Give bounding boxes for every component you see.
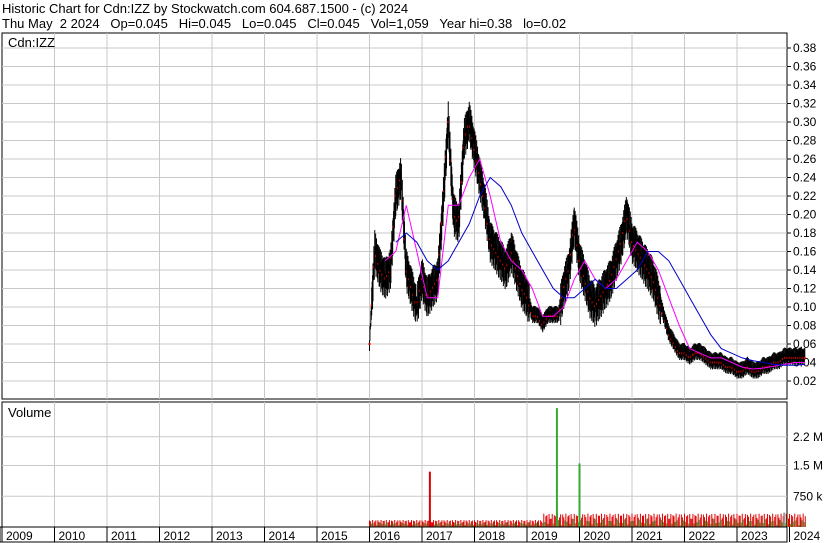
x-axis-year-label: 2012	[164, 529, 191, 543]
volume-panel	[1, 401, 788, 528]
volume-y-axis: 2.2 M 1.5 M 750 k	[793, 430, 823, 503]
x-axis-year-label: 2011	[111, 529, 137, 543]
price-y-tick: 0.12	[793, 282, 817, 296]
price-y-tick: 0.28	[793, 134, 817, 148]
x-axis-year-label: 2016	[374, 529, 401, 543]
price-y-tick: 0.24	[793, 171, 817, 185]
price-y-tick: 0.14	[793, 263, 817, 277]
price-close-dot	[803, 356, 806, 359]
x-axis-year-label: 2021	[636, 529, 663, 543]
volume-y-tick: 2.2 M	[793, 430, 823, 444]
symbol-label: Cdn:IZZ	[8, 35, 55, 50]
price-y-tick: 0.02	[793, 374, 817, 388]
price-y-tick: 0.38	[793, 41, 817, 55]
price-y-tick: 0.26	[793, 152, 817, 166]
price-y-tick: 0.32	[793, 97, 817, 111]
price-y-tick: 0.34	[793, 78, 817, 92]
price-y-tick: 0.30	[793, 115, 817, 129]
x-axis-year-label: 2023	[741, 529, 768, 543]
x-axis-year-label: 2022	[689, 529, 716, 543]
x-axis-year-label: 2018	[479, 529, 506, 543]
volume-label: Volume	[8, 405, 51, 420]
price-y-tick: 0.36	[793, 60, 817, 74]
x-axis-year-label: 2013	[216, 529, 243, 543]
price-y-tick: 0.20	[793, 208, 817, 222]
x-axis-year-label: 2010	[59, 529, 86, 543]
volume-y-tick: 750 k	[793, 489, 823, 503]
x-axis-year-label: 2024	[794, 529, 821, 543]
price-y-tick: 0.22	[793, 189, 817, 203]
price-y-tick: 0.08	[793, 319, 817, 333]
x-axis-year-label: 2019	[531, 529, 558, 543]
x-axis-year-label: 2014	[269, 529, 296, 543]
price-y-tick: 0.10	[793, 300, 817, 314]
price-close-dot	[368, 343, 371, 345]
price-y-axis: 0.38 0.36 0.34 0.32 0.30 0.28 0.26 0.24 0.22 0.20…	[787, 41, 817, 388]
price-y-tick: 0.18	[793, 226, 817, 240]
volume-y-tick: 1.5 M	[793, 459, 823, 473]
x-axis-year-label: 2009	[6, 529, 33, 543]
stock-chart: 0.38 0.36 0.34 0.32 0.30 0.28 0.26 0.24 0.22 0.20…	[0, 32, 823, 543]
x-axis-year-label: 2020	[584, 529, 611, 543]
price-y-tick: 0.16	[793, 245, 817, 259]
x-axis-year-label: 2015	[321, 529, 348, 543]
x-axis-year-label: 2017	[426, 529, 453, 543]
